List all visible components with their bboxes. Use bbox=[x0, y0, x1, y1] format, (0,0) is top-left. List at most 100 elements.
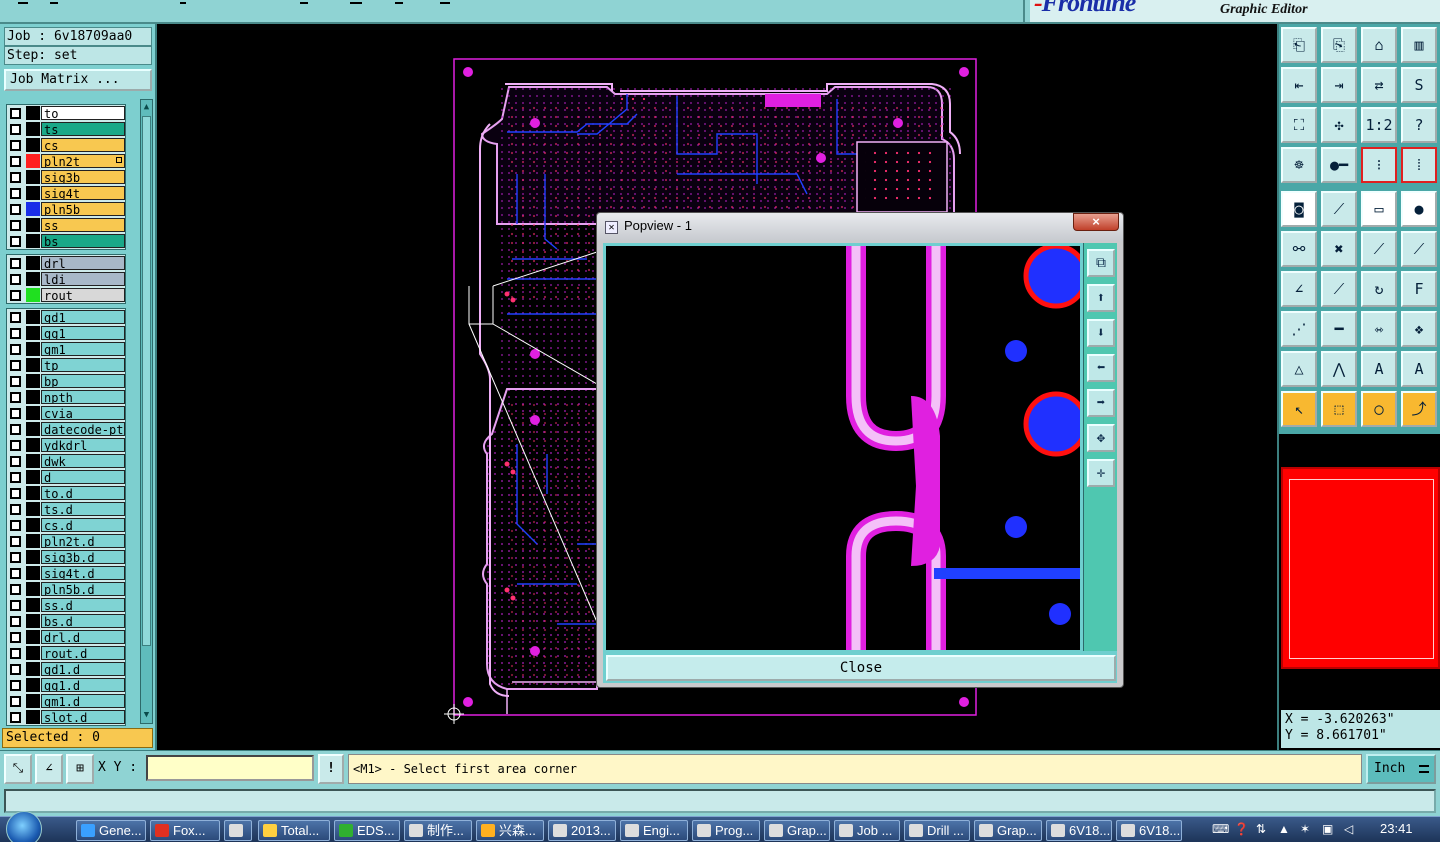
layer-checkbox[interactable] bbox=[10, 616, 21, 627]
taskbar-item[interactable]: 6V18... bbox=[1116, 820, 1182, 841]
measure-point-icon[interactable]: ●━ bbox=[1321, 147, 1357, 183]
import-icon[interactable]: ⇤ bbox=[1281, 67, 1317, 103]
layer-checkbox[interactable] bbox=[10, 258, 21, 269]
layer-color-swatch[interactable] bbox=[26, 470, 40, 484]
pad-feature-icon[interactable]: ◙ bbox=[1281, 191, 1317, 227]
layer-color-swatch[interactable] bbox=[26, 486, 40, 500]
layer-color-swatch[interactable] bbox=[26, 272, 40, 286]
layer-checkbox[interactable] bbox=[10, 344, 21, 355]
layer-color-swatch[interactable] bbox=[26, 326, 40, 340]
layer-name[interactable]: cs bbox=[41, 138, 125, 152]
open-step-icon[interactable]: ⎗ bbox=[1281, 27, 1317, 63]
layer-color-swatch[interactable] bbox=[26, 390, 40, 404]
layer-row[interactable]: cs bbox=[7, 137, 125, 153]
net-select-icon[interactable]: ⁝ bbox=[1361, 147, 1397, 183]
scroll-thumb[interactable] bbox=[142, 116, 151, 646]
layer-checkbox[interactable] bbox=[10, 140, 21, 151]
select-box-icon[interactable]: ⬚ bbox=[1321, 391, 1357, 427]
net-highlight-icon[interactable]: ⁞ bbox=[1401, 147, 1437, 183]
layer-color-swatch[interactable] bbox=[26, 218, 40, 232]
layer-color-swatch[interactable] bbox=[26, 106, 40, 120]
scroll-down-icon[interactable]: ▼ bbox=[142, 709, 151, 721]
layer-color-swatch[interactable] bbox=[26, 154, 40, 168]
layer-checkbox[interactable] bbox=[10, 648, 21, 659]
layer-name[interactable]: sig4t bbox=[41, 186, 125, 200]
select-circle-icon[interactable]: ◯ bbox=[1361, 391, 1397, 427]
snake-icon[interactable]: S bbox=[1401, 67, 1437, 103]
popview-window[interactable]: ✕ Popview - 1 × ⧉ ⬆ ⬇ ⬅ ➡ ✥ ✛ Close bbox=[596, 212, 1124, 688]
popview-close-button[interactable]: Close bbox=[606, 655, 1116, 681]
arch-icon[interactable]: A bbox=[1361, 351, 1397, 387]
layer-name[interactable]: datecode-pte bbox=[41, 422, 125, 436]
layer-checkbox[interactable] bbox=[10, 360, 21, 371]
layer-color-swatch[interactable] bbox=[26, 406, 40, 420]
pan-down-icon[interactable]: ⬇ bbox=[1087, 319, 1115, 347]
layer-row[interactable]: sig4t.d bbox=[7, 565, 125, 581]
grid-icon[interactable]: ⊞ bbox=[66, 754, 94, 784]
layer-name[interactable]: ydkdrl bbox=[41, 438, 125, 452]
layer-row[interactable]: sig4t bbox=[7, 185, 125, 201]
layer-checkbox[interactable] bbox=[10, 220, 21, 231]
connect-icon[interactable]: ⚯ bbox=[1281, 231, 1317, 267]
layer-color-swatch[interactable] bbox=[26, 256, 40, 270]
layer-color-swatch[interactable] bbox=[26, 438, 40, 452]
layer-color-swatch[interactable] bbox=[26, 310, 40, 324]
layer-color-swatch[interactable] bbox=[26, 358, 40, 372]
layer-name[interactable]: gd1 bbox=[41, 310, 125, 324]
layer-row[interactable]: to bbox=[7, 105, 125, 121]
layer-checkbox[interactable] bbox=[10, 472, 21, 483]
layer-name[interactable]: tp bbox=[41, 358, 125, 372]
chevron-up-icon[interactable]: ▲ bbox=[1278, 822, 1290, 836]
taskbar-item[interactable]: Engi... bbox=[620, 820, 688, 841]
taskbar-item[interactable]: Prog... bbox=[692, 820, 760, 841]
zoom-window-icon[interactable]: ⧉ bbox=[1087, 249, 1115, 277]
overview-window[interactable] bbox=[1281, 467, 1440, 669]
layer-color-swatch[interactable] bbox=[26, 534, 40, 548]
layer-color-swatch[interactable] bbox=[26, 374, 40, 388]
layer-name[interactable]: ts bbox=[41, 122, 125, 136]
help-tray-icon[interactable]: ❓ bbox=[1234, 822, 1249, 836]
layer-color-swatch[interactable] bbox=[26, 502, 40, 516]
layer-checkbox[interactable] bbox=[10, 504, 21, 515]
layer-row[interactable]: gm1 bbox=[7, 341, 125, 357]
measure-icon[interactable]: ⇿ bbox=[1361, 311, 1397, 347]
layer-color-swatch[interactable] bbox=[26, 694, 40, 708]
layer-row[interactable]: rout bbox=[7, 287, 125, 303]
start-button[interactable] bbox=[6, 811, 42, 842]
layer-checkbox[interactable] bbox=[10, 680, 21, 691]
layer-color-swatch[interactable] bbox=[26, 662, 40, 676]
layer-row[interactable]: sig3b bbox=[7, 169, 125, 185]
triangle-icon[interactable]: △ bbox=[1281, 351, 1317, 387]
layer-checkbox[interactable] bbox=[10, 312, 21, 323]
layer-name[interactable]: bp bbox=[41, 374, 125, 388]
xy-input[interactable] bbox=[146, 755, 314, 781]
layer-checkbox[interactable] bbox=[10, 236, 21, 247]
layer-checkbox[interactable] bbox=[10, 124, 21, 135]
angle-icon[interactable]: ∠ bbox=[1281, 271, 1317, 307]
layer-color-swatch[interactable] bbox=[26, 550, 40, 564]
layer-row[interactable]: dwk bbox=[7, 453, 125, 469]
layer-color-swatch[interactable] bbox=[26, 678, 40, 692]
layer-row[interactable]: gg1.d bbox=[7, 677, 125, 693]
layer-color-swatch[interactable] bbox=[26, 170, 40, 184]
layer-name[interactable]: bs.d bbox=[41, 614, 125, 628]
layer-name[interactable]: pln5b bbox=[41, 202, 125, 216]
layer-row[interactable]: cs.d bbox=[7, 517, 125, 533]
layer-name[interactable]: gm1.d bbox=[41, 694, 125, 708]
taskbar-item[interactable]: EDS... bbox=[334, 820, 400, 841]
layer-checkbox[interactable] bbox=[10, 552, 21, 563]
cross-icon[interactable]: ✖ bbox=[1321, 231, 1357, 267]
sync-icon[interactable]: ⇅ bbox=[1256, 822, 1266, 836]
layer-color-swatch[interactable] bbox=[26, 646, 40, 660]
line-red-icon[interactable]: ⟋ bbox=[1361, 231, 1397, 267]
layer-name[interactable]: drl bbox=[41, 256, 125, 270]
layer-checkbox[interactable] bbox=[10, 632, 21, 643]
layer-checkbox[interactable] bbox=[10, 274, 21, 285]
swap-icon[interactable]: ⇄ bbox=[1361, 67, 1397, 103]
volume-icon[interactable]: ◁ bbox=[1344, 822, 1353, 836]
layer-row[interactable]: tp bbox=[7, 357, 125, 373]
layer-name[interactable]: sig3b bbox=[41, 170, 125, 184]
layer-name[interactable]: gg1.d bbox=[41, 678, 125, 692]
layer-row[interactable]: d bbox=[7, 469, 125, 485]
layer-color-swatch[interactable] bbox=[26, 454, 40, 468]
